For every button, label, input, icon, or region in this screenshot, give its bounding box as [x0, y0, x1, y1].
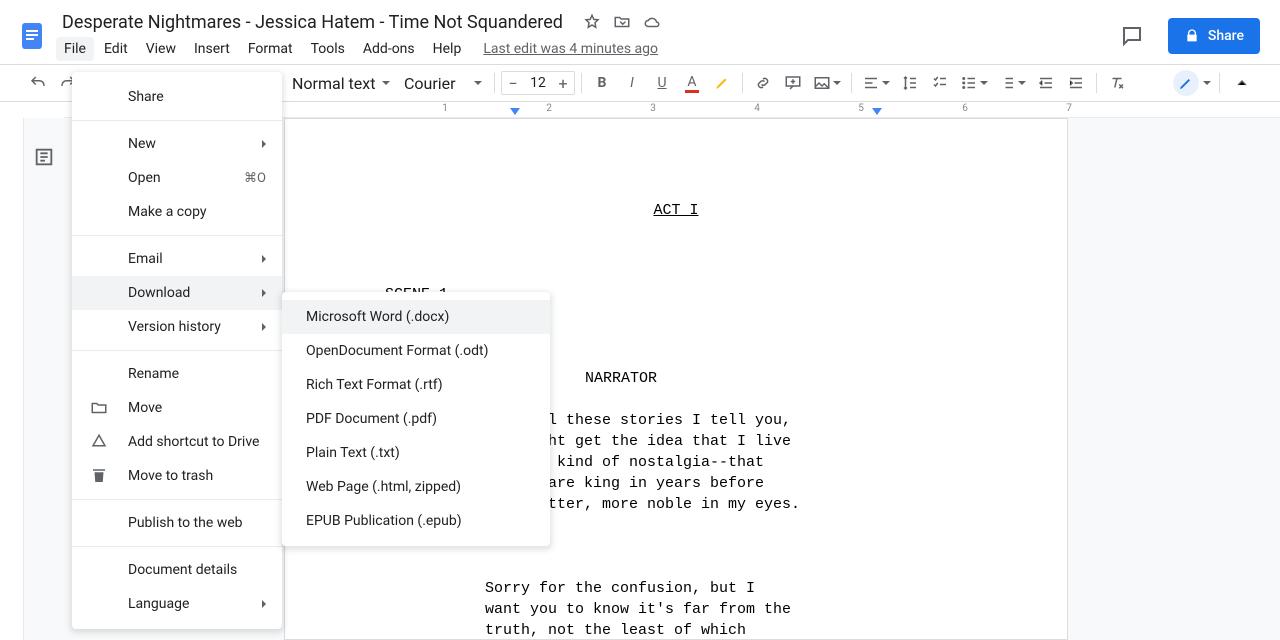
share-button[interactable]: Share [1168, 18, 1260, 54]
file-move[interactable]: Move [72, 391, 282, 425]
menu-insert[interactable]: Insert [186, 37, 238, 61]
insert-link-button[interactable] [749, 69, 777, 97]
highlight-button[interactable] [708, 69, 736, 97]
ruler-mark: 5 [858, 103, 864, 114]
star-icon[interactable] [583, 13, 601, 31]
lock-icon [1184, 28, 1200, 44]
menu-format[interactable]: Format [240, 37, 301, 61]
undo-button[interactable] [24, 69, 52, 97]
file-open[interactable]: Open⌘O [72, 161, 282, 195]
share-label: Share [1208, 28, 1244, 44]
file-make-copy[interactable]: Make a copy [72, 195, 282, 229]
text-act: ACT I [385, 200, 967, 221]
menu-help[interactable]: Help [425, 37, 470, 61]
indent-left-marker[interactable] [510, 108, 520, 118]
folder-icon [90, 399, 108, 417]
menu-view[interactable]: View [138, 37, 184, 61]
bulleted-list-button[interactable] [956, 69, 992, 97]
download-docx[interactable]: Microsoft Word (.docx) [282, 300, 550, 334]
file-version-history[interactable]: Version history [72, 310, 282, 344]
download-txt[interactable]: Plain Text (.txt) [282, 436, 550, 470]
move-icon[interactable] [613, 13, 631, 31]
ruler-mark: 4 [754, 103, 760, 114]
insert-image-button[interactable] [809, 69, 845, 97]
font-size-increase[interactable]: + [552, 74, 574, 93]
checklist-button[interactable] [926, 69, 954, 97]
file-menu: Share New Open⌘O Make a copy Email Downl… [72, 72, 282, 629]
align-button[interactable] [858, 69, 894, 97]
font-size-value[interactable]: 12 [524, 75, 552, 91]
file-details[interactable]: Document details [72, 553, 282, 587]
editing-mode-button[interactable] [1173, 70, 1199, 96]
line-spacing-button[interactable] [896, 69, 924, 97]
file-email[interactable]: Email [72, 242, 282, 276]
cloud-icon[interactable] [643, 13, 661, 31]
file-rename[interactable]: Rename [72, 357, 282, 391]
file-new[interactable]: New [72, 127, 282, 161]
hide-menus-button[interactable] [1228, 69, 1256, 97]
menu-file[interactable]: File [56, 37, 94, 61]
file-add-shortcut[interactable]: Add shortcut to Drive [72, 425, 282, 459]
clear-formatting-button[interactable] [1103, 69, 1131, 97]
download-submenu: Microsoft Word (.docx) OpenDocument Form… [282, 292, 550, 546]
download-html[interactable]: Web Page (.html, zipped) [282, 470, 550, 504]
download-pdf[interactable]: PDF Document (.pdf) [282, 402, 550, 436]
download-rtf[interactable]: Rich Text Format (.rtf) [282, 368, 550, 402]
file-language[interactable]: Language [72, 587, 282, 621]
editing-mode-dropdown[interactable] [1203, 81, 1211, 85]
outline-toggle[interactable] [33, 146, 55, 640]
menu-tools[interactable]: Tools [303, 37, 353, 61]
menu-edit[interactable]: Edit [96, 37, 136, 61]
file-publish[interactable]: Publish to the web [72, 506, 282, 540]
indent-increase-button[interactable] [1062, 69, 1090, 97]
file-download[interactable]: Download [72, 276, 282, 310]
font-size: − 12 + [501, 71, 575, 95]
indent-decrease-button[interactable] [1032, 69, 1060, 97]
paragraph-style-dropdown[interactable]: Normal text [286, 69, 396, 97]
ruler-mark: 6 [962, 103, 968, 114]
paragraph-style-label: Normal text [292, 74, 375, 93]
ruler-mark: 3 [650, 103, 656, 114]
file-move-to-trash[interactable]: Move to trash [72, 459, 282, 493]
download-epub[interactable]: EPUB Publication (.epub) [282, 504, 550, 538]
font-size-decrease[interactable]: − [502, 74, 524, 93]
comments-button[interactable] [1112, 16, 1152, 56]
vertical-ruler[interactable] [0, 118, 24, 640]
italic-button[interactable]: I [618, 69, 646, 97]
doc-title[interactable]: Desperate Nightmares - Jessica Hatem - T… [56, 10, 569, 35]
font-family-label: Courier [404, 74, 456, 93]
ruler-mark: 7 [1066, 103, 1072, 114]
bold-button[interactable]: B [588, 69, 616, 97]
menu-addons[interactable]: Add-ons [355, 37, 423, 61]
download-odt[interactable]: OpenDocument Format (.odt) [282, 334, 550, 368]
drive-shortcut-icon [90, 433, 108, 451]
underline-button[interactable]: U [648, 69, 676, 97]
docs-logo[interactable] [12, 16, 52, 56]
text-color-button[interactable]: A [678, 69, 706, 97]
insert-comment-button[interactable] [779, 69, 807, 97]
font-family-dropdown[interactable]: Courier [398, 69, 488, 97]
trash-icon [90, 467, 108, 485]
ruler-mark: 1 [442, 103, 448, 114]
numbered-list-button[interactable] [994, 69, 1030, 97]
indent-right-marker[interactable] [872, 108, 882, 118]
file-share[interactable]: Share [72, 80, 282, 114]
last-edit[interactable]: Last edit was 4 minutes ago [483, 41, 658, 57]
ruler-mark: 2 [546, 103, 552, 114]
text-para2: Sorry for the confusion, but I want you … [385, 578, 967, 640]
menu-bar: File Edit View Insert Format Tools Add-o… [56, 35, 1112, 63]
